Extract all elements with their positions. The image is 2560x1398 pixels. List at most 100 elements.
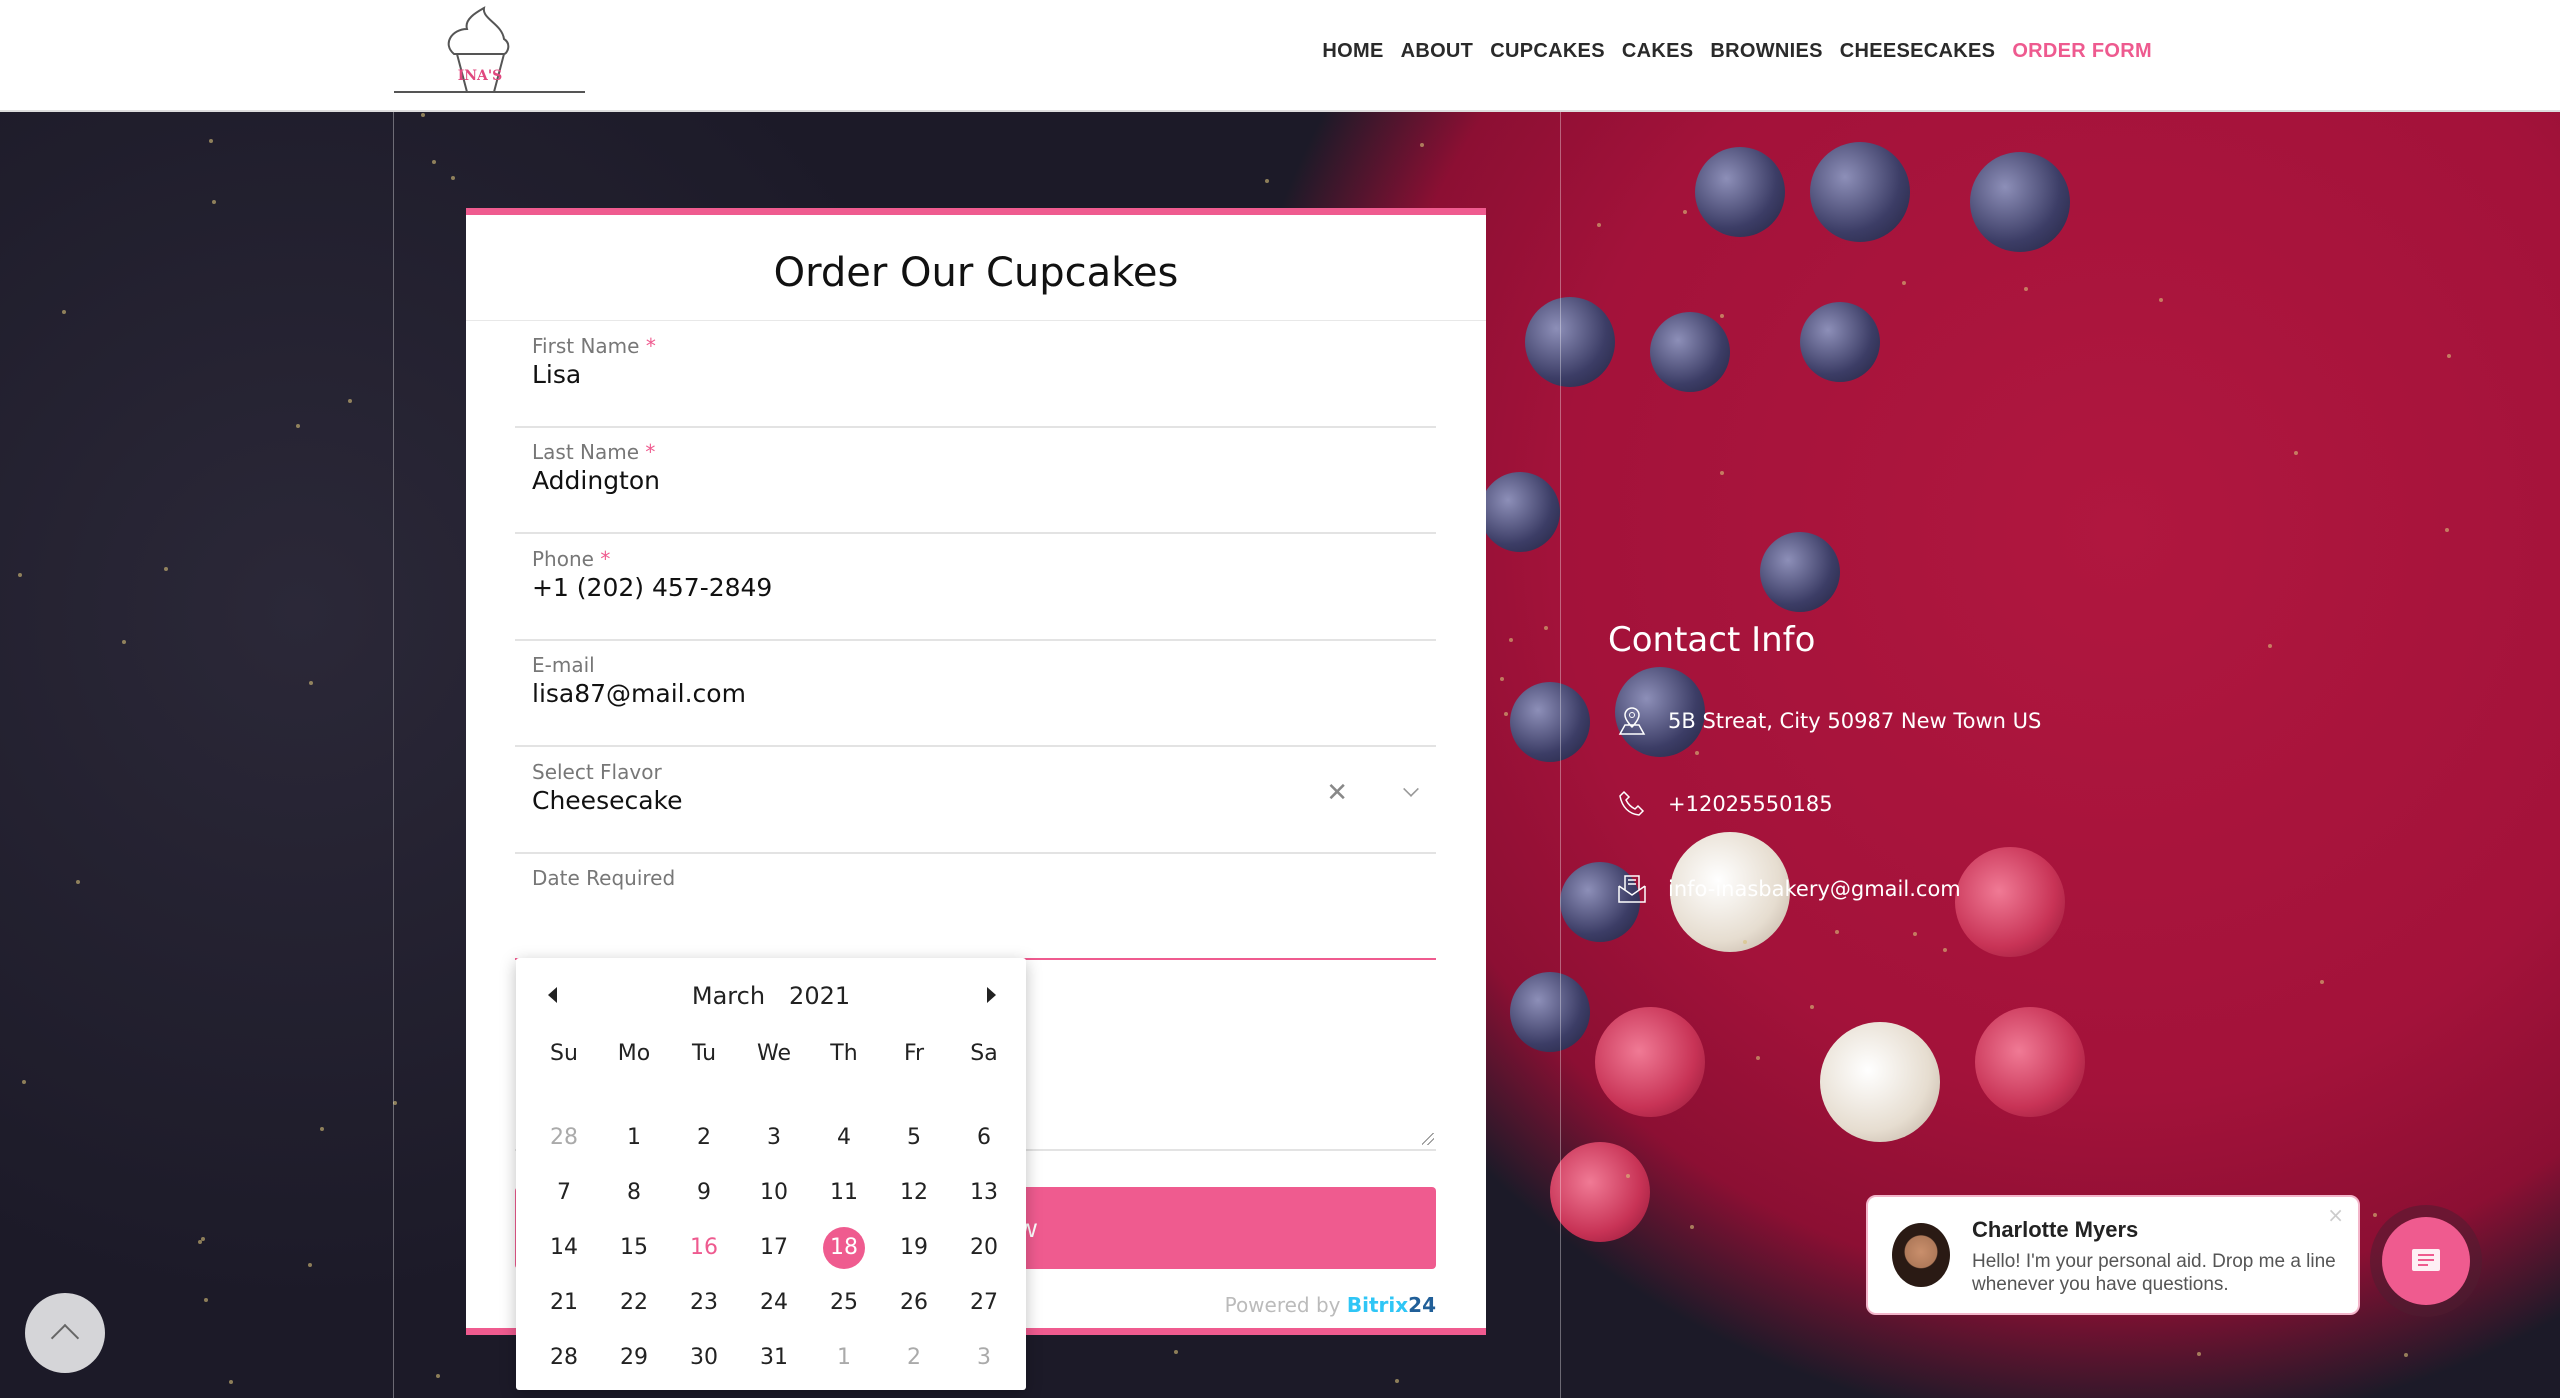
nav-order-form[interactable]: ORDER FORM — [2012, 40, 2152, 63]
sprinkle — [451, 176, 456, 181]
calendar-day[interactable]: 1 — [809, 1330, 879, 1385]
sprinkle — [1499, 676, 1504, 681]
sprinkle — [1835, 930, 1840, 935]
avatar — [1892, 1223, 1950, 1287]
calendar-day[interactable]: 3 — [949, 1330, 1019, 1385]
calendar-day-selected[interactable]: 18 — [809, 1220, 879, 1275]
calendar-day[interactable]: 30 — [669, 1330, 739, 1385]
contact-email[interactable]: info-inasbakery@gmail.com — [1616, 873, 1961, 905]
weekday-header: Th — [830, 1041, 858, 1066]
calendar-day[interactable]: 27 — [949, 1275, 1019, 1330]
calendar-day[interactable]: 11 — [809, 1165, 879, 1220]
email-label: E-mail — [532, 653, 595, 677]
chat-open-button[interactable] — [2370, 1205, 2482, 1317]
sprinkle — [197, 1239, 202, 1244]
day-number: 31 — [760, 1345, 788, 1370]
day-number: 1 — [837, 1345, 851, 1370]
calendar-day[interactable]: 5 — [879, 1110, 949, 1165]
calendar-day[interactable]: 10 — [739, 1165, 809, 1220]
calendar-day[interactable]: 2 — [669, 1110, 739, 1165]
calendar-day[interactable]: 6 — [949, 1110, 1019, 1165]
nav-home[interactable]: HOME — [1322, 40, 1383, 63]
sprinkle — [309, 680, 314, 685]
chevron-up-icon — [50, 1323, 80, 1353]
calendar-day[interactable]: 21 — [529, 1275, 599, 1330]
scroll-to-top-button[interactable] — [25, 1293, 105, 1373]
flavor-value[interactable]: Cheesecake — [532, 786, 683, 815]
nav-cheesecakes[interactable]: CHEESECAKES — [1840, 40, 1996, 63]
sprinkle — [431, 159, 436, 164]
day-number: 22 — [620, 1290, 648, 1315]
sprinkle — [17, 572, 22, 577]
next-month-icon[interactable] — [987, 987, 996, 1003]
first-name-field[interactable]: First Name * Lisa — [515, 322, 1436, 428]
calendar-day[interactable]: 16 — [669, 1220, 739, 1275]
blueberry — [1760, 532, 1840, 612]
sprinkle — [320, 1127, 325, 1132]
bakery-logo[interactable]: INA'S — [392, 4, 587, 104]
calendar-day[interactable]: 14 — [529, 1220, 599, 1275]
flavor-select[interactable]: Select Flavor Cheesecake ✕ — [515, 748, 1436, 854]
calendar-day[interactable]: 13 — [949, 1165, 1019, 1220]
phone-field[interactable]: Phone * +1 (202) 457-2849 — [515, 535, 1436, 641]
month-label[interactable]: March — [692, 982, 765, 1010]
contact-phone[interactable]: +12025550185 — [1616, 788, 1833, 820]
phone-text[interactable]: +12025550185 — [1668, 792, 1833, 816]
email-text[interactable]: info-inasbakery@gmail.com — [1668, 877, 1961, 901]
close-icon[interactable]: × — [2327, 1203, 2344, 1227]
day-number: 2 — [907, 1345, 921, 1370]
powered-by-bitrix24[interactable]: Powered by Bitrix24 — [1225, 1293, 1436, 1317]
date-required-field[interactable]: Date Required — [515, 854, 1436, 960]
email-input[interactable]: lisa87@mail.com — [532, 679, 746, 708]
calendar-day[interactable]: 1 — [599, 1110, 669, 1165]
calendar-day[interactable]: 7 — [529, 1165, 599, 1220]
calendar-day[interactable]: 19 — [879, 1220, 949, 1275]
sprinkle — [1902, 280, 1907, 285]
calendar-day[interactable]: 29 — [599, 1330, 669, 1385]
day-number: 14 — [550, 1235, 578, 1260]
calendar-day[interactable]: 4 — [809, 1110, 879, 1165]
last-name-field[interactable]: Last Name * Addington — [515, 428, 1436, 534]
first-name-input[interactable]: Lisa — [532, 360, 581, 389]
calendar-day[interactable]: 23 — [669, 1275, 739, 1330]
year-label[interactable]: 2021 — [789, 982, 850, 1010]
weekday-header: Fr — [903, 1041, 925, 1066]
sprinkle — [62, 309, 67, 314]
nav-cakes[interactable]: CAKES — [1622, 40, 1694, 63]
sprinkle — [1942, 947, 1947, 952]
chevron-down-icon[interactable] — [1403, 781, 1419, 797]
calendar-day[interactable]: 24 — [739, 1275, 809, 1330]
calendar-day[interactable]: 28 — [529, 1110, 599, 1165]
day-number: 6 — [977, 1125, 991, 1150]
calendar-day[interactable]: 20 — [949, 1220, 1019, 1275]
chat-greeting-popup[interactable]: Charlotte Myers Hello! I'm your personal… — [1866, 1195, 2360, 1315]
calendar-day[interactable]: 31 — [739, 1330, 809, 1385]
calendar-day[interactable]: 17 — [739, 1220, 809, 1275]
calendar-day[interactable]: 2 — [879, 1330, 949, 1385]
phone-input[interactable]: +1 (202) 457-2849 — [532, 573, 772, 602]
calendar-day[interactable]: 15 — [599, 1220, 669, 1275]
nav-about[interactable]: ABOUT — [1401, 40, 1474, 63]
calendar-day[interactable]: 26 — [879, 1275, 949, 1330]
calendar-day[interactable]: 22 — [599, 1275, 669, 1330]
calendar-day[interactable]: 3 — [739, 1110, 809, 1165]
calendar-day[interactable]: 8 — [599, 1165, 669, 1220]
calendar-day[interactable]: 12 — [879, 1165, 949, 1220]
main-nav: HOME ABOUT CUPCAKES CAKES BROWNIES CHEES… — [1322, 40, 2152, 63]
date-picker: March 2021 Su Mo Tu We Th Fr Sa 28 1 2 3 4 5 6 7 8 9 10 11 1… — [516, 958, 1026, 1390]
nav-cupcakes[interactable]: CUPCAKES — [1490, 40, 1605, 63]
day-number: 17 — [760, 1235, 788, 1260]
calendar-day[interactable]: 28 — [529, 1330, 599, 1385]
blueberry — [1695, 147, 1785, 237]
sprinkle — [1720, 314, 1725, 319]
sprinkle — [228, 1379, 233, 1384]
nav-brownies[interactable]: BROWNIES — [1710, 40, 1822, 63]
clear-icon[interactable]: ✕ — [1326, 778, 1348, 808]
last-name-input[interactable]: Addington — [532, 466, 660, 495]
email-field[interactable]: E-mail lisa87@mail.com — [515, 641, 1436, 747]
resize-handle-icon[interactable] — [1422, 1133, 1434, 1145]
blueberry — [1480, 472, 1560, 552]
calendar-day[interactable]: 9 — [669, 1165, 739, 1220]
day-number: 30 — [690, 1345, 718, 1370]
calendar-day[interactable]: 25 — [809, 1275, 879, 1330]
